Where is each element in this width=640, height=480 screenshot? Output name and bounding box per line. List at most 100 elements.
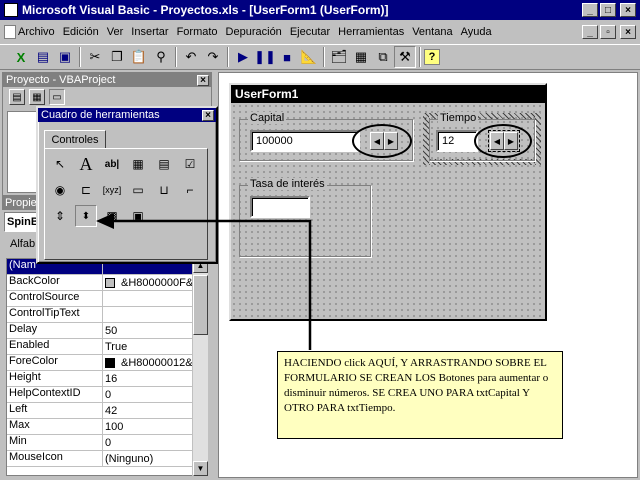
scrollbar-tool-icon[interactable]: ⇕: [49, 205, 71, 227]
property-value[interactable]: (Ninguno): [103, 451, 197, 466]
view-code-icon[interactable]: ▤: [9, 89, 25, 105]
property-row[interactable]: MouseIcon (Ninguno): [7, 451, 197, 467]
property-scrollbar[interactable]: ▲ ▼: [192, 258, 208, 476]
menu-formato[interactable]: Formato: [173, 26, 222, 38]
toolbar-separator: [419, 47, 421, 67]
toggle-folders-icon[interactable]: ▭: [49, 89, 65, 105]
property-value[interactable]: 16: [103, 371, 197, 386]
pointer-tool-icon[interactable]: ↖: [49, 153, 71, 175]
property-row[interactable]: Left 42: [7, 403, 197, 419]
property-row[interactable]: Min 0: [7, 435, 197, 451]
toolbox-icon[interactable]: ⚒: [394, 46, 416, 68]
spinbutton-tool-icon[interactable]: ⬍: [75, 205, 97, 227]
find-icon[interactable]: ⚲: [150, 46, 172, 68]
frame-tiempo[interactable]: Tiempo 12 ◀ ▶: [429, 112, 535, 161]
copy-icon[interactable]: ❐: [106, 46, 128, 68]
property-value-text: 0: [105, 388, 112, 401]
txt-tiempo[interactable]: 12: [436, 130, 478, 152]
property-value[interactable]: &H8000000F&: [103, 275, 197, 290]
mdi-minimize-button[interactable]: _: [582, 25, 598, 39]
close-button[interactable]: ×: [620, 3, 636, 17]
cut-icon[interactable]: ✂: [84, 46, 106, 68]
optionbutton-tool-icon[interactable]: ◉: [49, 179, 71, 201]
save-icon[interactable]: ▣: [54, 46, 76, 68]
project-explorer-icon[interactable]: 🗂: [328, 46, 350, 68]
maximize-button[interactable]: □: [600, 3, 616, 17]
frame-capital[interactable]: Capital 100000 ◀ ▶: [239, 112, 413, 161]
property-row[interactable]: BackColor &H8000000F&: [7, 275, 197, 291]
txt-capital[interactable]: 100000: [250, 130, 360, 152]
project-close-button[interactable]: ×: [197, 74, 209, 86]
property-row[interactable]: ForeColor &H80000012&: [7, 355, 197, 371]
pause-icon[interactable]: ❚❚: [254, 46, 276, 68]
tabstrip-tool-icon[interactable]: ⊔: [153, 179, 175, 201]
toolbox-title-bar: Cuadro de herramientas ×: [38, 108, 216, 122]
help-icon[interactable]: ?: [424, 49, 440, 65]
reset-icon[interactable]: ■: [276, 46, 298, 68]
property-row[interactable]: Delay 50: [7, 323, 197, 339]
mdi-close-button[interactable]: ×: [620, 25, 636, 39]
txt-tasa[interactable]: [250, 196, 310, 218]
property-value-text: 16: [105, 372, 118, 385]
property-name: Height: [7, 371, 103, 386]
properties-window-icon[interactable]: ▦: [350, 46, 372, 68]
redo-icon[interactable]: ↷: [202, 46, 224, 68]
multipage-tool-icon[interactable]: ⌐: [179, 179, 201, 201]
mdi-restore-button[interactable]: ▫: [600, 25, 616, 39]
userform-canvas[interactable]: Capital 100000 ◀ ▶ Tiempo 12 ◀ ▶ Tasa de…: [231, 103, 545, 319]
property-name: ForeColor: [7, 355, 103, 370]
commandbutton-tool-icon[interactable]: ▭: [127, 179, 149, 201]
menu-ventana[interactable]: Ventana: [408, 26, 456, 38]
excel-view-icon[interactable]: X: [10, 46, 32, 68]
frame-tasa[interactable]: Tasa de interés: [239, 178, 371, 257]
checkbox-tool-icon[interactable]: ☑: [179, 153, 201, 175]
menu-depuracion[interactable]: Depuración: [222, 26, 286, 38]
property-row[interactable]: ControlTipText: [7, 307, 197, 323]
scroll-down-button[interactable]: ▼: [193, 461, 208, 476]
refedit-tool-icon[interactable]: ▣: [127, 205, 149, 227]
menu-ayuda[interactable]: Ayuda: [457, 26, 496, 38]
undo-icon[interactable]: ↶: [180, 46, 202, 68]
property-row[interactable]: HelpContextID 0: [7, 387, 197, 403]
tab-alfabetica[interactable]: Alfab: [10, 236, 35, 252]
paste-icon[interactable]: 📋: [128, 46, 150, 68]
scroll-thumb[interactable]: [193, 275, 208, 335]
property-value[interactable]: 0: [103, 435, 197, 450]
label-tool-icon[interactable]: A: [75, 153, 97, 175]
minimize-button[interactable]: _: [582, 3, 598, 17]
togglebutton-tool-icon[interactable]: ⊏: [75, 179, 97, 201]
frame-tool-icon[interactable]: [xyz]: [101, 179, 123, 201]
property-value[interactable]: 100: [103, 419, 197, 434]
tab-controles[interactable]: Controles: [44, 130, 106, 148]
property-row[interactable]: ControlSource: [7, 291, 197, 307]
textbox-tool-icon[interactable]: ab|: [101, 153, 123, 175]
listbox-tool-icon[interactable]: ▤: [153, 153, 175, 175]
form-designer-area: UserForm1 Capital 100000 ◀ ▶ Tiempo 12 ◀: [218, 72, 638, 478]
menu-ejecutar[interactable]: Ejecutar: [286, 26, 334, 38]
menu-insertar[interactable]: Insertar: [127, 26, 172, 38]
userform[interactable]: UserForm1 Capital 100000 ◀ ▶ Tiempo 12 ◀: [229, 83, 547, 321]
combobox-tool-icon[interactable]: ▦: [127, 153, 149, 175]
property-value[interactable]: [103, 307, 197, 322]
menu-archivo[interactable]: Archivo: [14, 26, 59, 38]
property-value[interactable]: 42: [103, 403, 197, 418]
property-row[interactable]: Height 16: [7, 371, 197, 387]
property-value[interactable]: [103, 291, 197, 306]
property-value[interactable]: 0: [103, 387, 197, 402]
design-mode-icon[interactable]: 📐: [298, 46, 320, 68]
property-row[interactable]: Enabled True: [7, 339, 197, 355]
property-row[interactable]: Max 100: [7, 419, 197, 435]
toolbox-close-button[interactable]: ×: [202, 109, 214, 121]
menu-edicion[interactable]: Edición: [59, 26, 103, 38]
object-browser-icon[interactable]: ⧉: [372, 46, 394, 68]
insert-userform-icon[interactable]: ▤: [32, 46, 54, 68]
property-value[interactable]: 50: [103, 323, 197, 338]
menu-herramientas[interactable]: Herramientas: [334, 26, 408, 38]
property-value[interactable]: True: [103, 339, 197, 354]
run-icon[interactable]: ▶: [232, 46, 254, 68]
property-value[interactable]: &H80000012&: [103, 355, 197, 370]
view-object-icon[interactable]: ▦: [29, 89, 45, 105]
object-selector[interactable]: SpinB: [4, 212, 39, 232]
image-tool-icon[interactable]: ▩: [101, 205, 123, 227]
menu-ver[interactable]: Ver: [103, 26, 128, 38]
